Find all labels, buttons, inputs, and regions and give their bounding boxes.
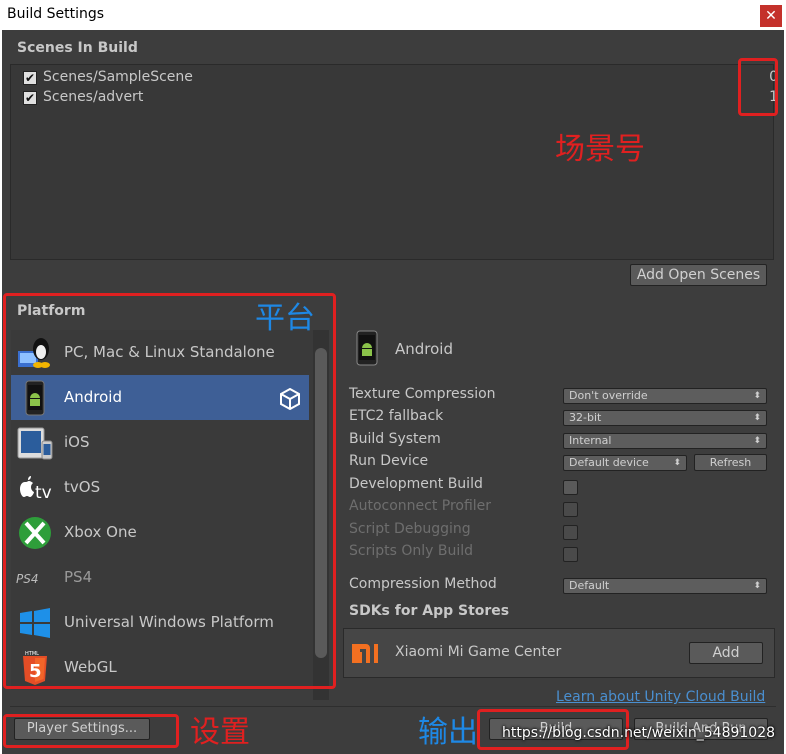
- compression-method-dropdown[interactable]: Default ⬍: [563, 578, 767, 594]
- scene-checkbox[interactable]: ✔: [23, 71, 37, 85]
- build-system-label: Build System: [349, 431, 441, 447]
- autoconnect-profiler-label: Autoconnect Profiler: [349, 498, 492, 514]
- platform-annotation: 平台: [255, 301, 315, 336]
- run-device-dropdown[interactable]: Default device ⬍: [563, 455, 687, 471]
- script-debugging-checkbox: [563, 525, 578, 540]
- script-debugging-label: Script Debugging: [349, 521, 471, 537]
- window-title: Build Settings: [7, 6, 105, 22]
- divider: [10, 706, 776, 707]
- title-bar: [0, 0, 786, 30]
- scene-row[interactable]: ✔ Scenes/advert 1: [23, 88, 778, 108]
- learn-cloud-build-link[interactable]: Learn about Unity Cloud Build: [556, 689, 765, 705]
- build-system-dropdown[interactable]: Internal ⬍: [563, 433, 767, 449]
- compression-method-label: Compression Method: [349, 576, 497, 592]
- scene-number-annotation: 场景号: [555, 132, 645, 167]
- selected-platform-title: Android: [395, 340, 453, 358]
- scene-name: Scenes/SampleScene: [43, 69, 193, 85]
- android-device-icon: [356, 330, 378, 366]
- scripts-only-build-label: Scripts Only Build: [349, 543, 474, 559]
- output-annotation: 输出: [418, 715, 478, 750]
- dropdown-arrow-icon: ⬍: [753, 391, 761, 401]
- close-button[interactable]: ✕: [760, 5, 782, 27]
- dropdown-value: 32-bit: [569, 411, 602, 424]
- dropdown-arrow-icon: ⬍: [753, 436, 761, 446]
- autoconnect-profiler-checkbox: [563, 502, 578, 517]
- add-open-scenes-button[interactable]: Add Open Scenes: [630, 264, 767, 286]
- scene-index-highlight: [738, 58, 778, 116]
- scene-name: Scenes/advert: [43, 89, 144, 105]
- dropdown-value: Default: [569, 579, 610, 592]
- dropdown-arrow-icon: ⬍: [753, 413, 761, 423]
- texture-compression-dropdown[interactable]: Don't override ⬍: [563, 388, 767, 404]
- watermark: https://blog.csdn.net/weixin_54891028: [502, 725, 776, 741]
- dropdown-arrow-icon: ⬍: [673, 458, 681, 468]
- dropdown-arrow-icon: ⬍: [753, 581, 761, 591]
- add-sdk-button[interactable]: Add: [689, 642, 763, 664]
- sdks-header: SDKs for App Stores: [349, 603, 510, 619]
- xiaomi-logo-icon: [352, 644, 378, 663]
- development-build-checkbox[interactable]: [563, 480, 578, 495]
- dropdown-value: Don't override: [569, 389, 648, 402]
- run-device-label: Run Device: [349, 453, 429, 469]
- settings-annotation: 设置: [190, 715, 250, 750]
- platform-highlight: [3, 293, 336, 689]
- etc2-fallback-label: ETC2 fallback: [349, 408, 444, 424]
- scenes-in-build-header: Scenes In Build: [17, 40, 138, 56]
- settings-highlight: [3, 714, 179, 748]
- development-build-label: Development Build: [349, 476, 483, 492]
- scenes-list[interactable]: ✔ Scenes/SampleScene 0 ✔ Scenes/advert 1: [10, 64, 778, 260]
- scene-row[interactable]: ✔ Scenes/SampleScene 0: [23, 68, 778, 88]
- scripts-only-build-checkbox: [563, 547, 578, 562]
- etc2-fallback-dropdown[interactable]: 32-bit ⬍: [563, 410, 767, 426]
- dropdown-value: Internal: [569, 434, 612, 447]
- refresh-button[interactable]: Refresh: [694, 454, 767, 471]
- texture-compression-label: Texture Compression: [349, 386, 496, 402]
- scene-checkbox[interactable]: ✔: [23, 91, 37, 105]
- sdk-name: Xiaomi Mi Game Center: [395, 644, 562, 660]
- dropdown-value: Default device: [569, 456, 649, 469]
